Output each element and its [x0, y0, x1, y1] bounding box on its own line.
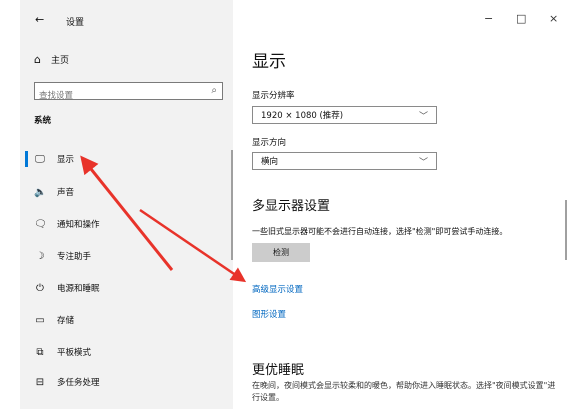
arrow-to-display-item	[80, 155, 174, 271]
annotation-arrows	[80, 155, 247, 283]
settings-window: ← 设置 ⌂ 主页 ⌕ 系统 🖵 显示 🔈 声音 🗨 通知和操作 ☽ 专注助手 …	[0, 0, 582, 409]
arrow-to-advanced-link	[139, 208, 247, 283]
